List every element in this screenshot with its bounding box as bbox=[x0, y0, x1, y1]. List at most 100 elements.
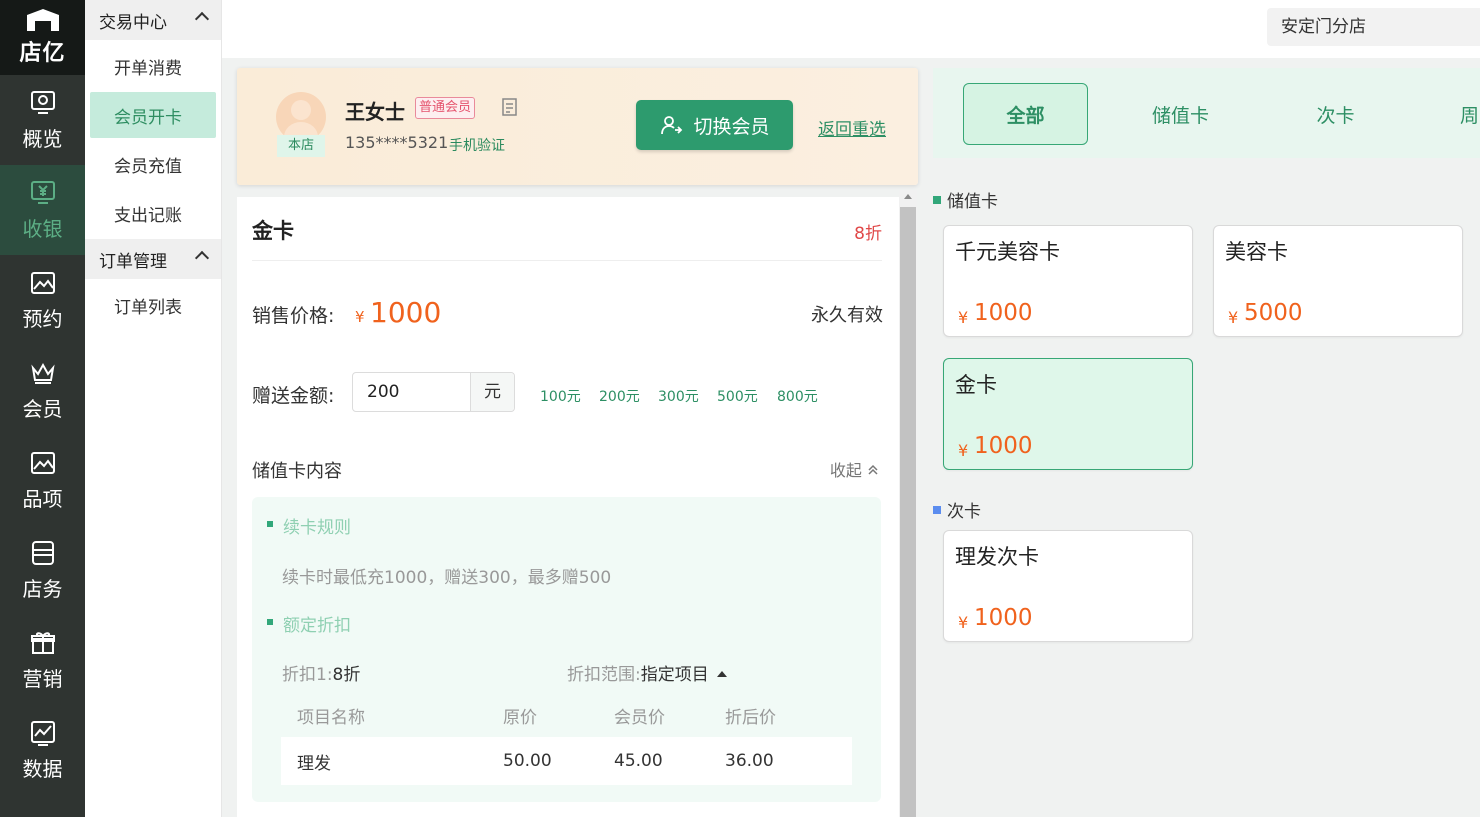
user-switch-icon bbox=[661, 116, 683, 135]
card-item-price: 5000 bbox=[1244, 300, 1303, 326]
double-chevron-up-icon bbox=[868, 464, 878, 475]
gift-amount-field: 元 bbox=[352, 372, 515, 412]
category-count-card: 次卡 bbox=[933, 497, 981, 522]
quick-amount-200[interactable]: 200元 bbox=[599, 386, 640, 406]
yen-symbol: ¥ bbox=[355, 308, 365, 326]
submenu-item-recharge[interactable]: 会员充值 bbox=[90, 141, 216, 187]
collapse-toggle[interactable]: 收起 bbox=[830, 457, 879, 481]
document-icon[interactable] bbox=[501, 97, 519, 117]
gift-amount-label: 赠送金额: bbox=[252, 385, 335, 407]
card-item-name: 美容卡 bbox=[1225, 240, 1288, 264]
caret-up-icon bbox=[716, 671, 727, 677]
nav-overview-label: 概览 bbox=[22, 126, 63, 151]
reselect-link[interactable]: 返回重选 bbox=[818, 115, 886, 140]
image-frame-icon bbox=[30, 271, 55, 294]
switch-member-button[interactable]: 切换会员 bbox=[636, 100, 793, 150]
card-content-label: 储值卡内容 bbox=[252, 461, 342, 482]
category-stored-value: 储值卡 bbox=[933, 187, 998, 212]
renew-rule-text: 续卡时最低充1000，赠送300，最多赠500 bbox=[282, 568, 612, 588]
nav-cashier[interactable]: 收银 bbox=[0, 165, 85, 255]
card-item-name: 理发次卡 bbox=[955, 545, 1039, 569]
quick-amount-300[interactable]: 300元 bbox=[658, 386, 699, 406]
collapse-label: 收起 bbox=[829, 461, 862, 480]
category-marker bbox=[933, 505, 941, 514]
nav-marketing-label: 营销 bbox=[22, 666, 63, 691]
nav-data[interactable]: 数据 bbox=[0, 705, 85, 795]
box-icon bbox=[31, 540, 54, 565]
discount-scope[interactable]: 折扣范围:指定项目 bbox=[567, 660, 727, 685]
card-item[interactable]: 理发次卡 ¥ 1000 bbox=[943, 530, 1193, 642]
switch-member-label: 切换会员 bbox=[693, 115, 770, 138]
discount-scope-label: 折扣范围: bbox=[567, 665, 641, 685]
col-discounted-price: 折后价 bbox=[725, 707, 776, 728]
submenu-group-orders-label: 订单管理 bbox=[99, 251, 167, 272]
validity-text: 永久有效 bbox=[811, 305, 883, 326]
table-row: 理发 50.00 45.00 36.00 bbox=[281, 737, 852, 785]
discount1-label: 折扣1: bbox=[282, 665, 333, 685]
card-item[interactable]: 千元美容卡 ¥ 1000 bbox=[943, 225, 1193, 337]
yen-symbol: ¥ bbox=[958, 308, 969, 327]
logo-text: 店亿 bbox=[19, 40, 66, 66]
bullet bbox=[267, 619, 273, 625]
member-level-badge: 普通会员 bbox=[415, 97, 476, 119]
submenu-group-trade-label: 交易中心 bbox=[99, 12, 167, 33]
card-item[interactable]: 美容卡 ¥ 5000 bbox=[1213, 225, 1463, 337]
quick-amount-800[interactable]: 800元 bbox=[777, 386, 818, 406]
submenu-group-orders[interactable]: 订单管理 bbox=[85, 239, 221, 279]
yen-symbol: ¥ bbox=[958, 441, 969, 460]
col-original-price: 原价 bbox=[503, 707, 537, 728]
sale-price-label: 销售价格: bbox=[252, 305, 335, 327]
nav-store[interactable]: 店务 bbox=[0, 525, 85, 615]
nav-booking[interactable]: 预约 bbox=[0, 255, 85, 345]
card-title: 金卡 bbox=[252, 219, 294, 243]
gift-amount-unit: 元 bbox=[470, 373, 514, 411]
member-name: 王女士 bbox=[345, 100, 405, 124]
category-label: 次卡 bbox=[947, 502, 981, 522]
store-selector[interactable]: 安定门分店 bbox=[1267, 8, 1480, 46]
phone-verify-link[interactable]: 手机验证 bbox=[449, 135, 505, 155]
quick-amount-100[interactable]: 100元 bbox=[540, 386, 581, 406]
member-phone: 135****5321 bbox=[345, 133, 449, 152]
nav-items[interactable]: 品项 bbox=[0, 435, 85, 525]
chart-icon bbox=[30, 720, 55, 746]
scrollbar-thumb[interactable] bbox=[900, 207, 916, 817]
tab-count-card[interactable]: 次卡 bbox=[1273, 83, 1398, 145]
submenu-group-trade[interactable]: 交易中心 bbox=[85, 0, 221, 40]
card-content-box: 续卡规则 续卡时最低充1000，赠送300，最多赠500 额定折扣 折扣1:8折… bbox=[252, 497, 881, 802]
picture-icon bbox=[30, 451, 55, 474]
submenu-item-open-card[interactable]: 会员开卡 bbox=[90, 92, 216, 138]
nav-marketing[interactable]: 营销 bbox=[0, 615, 85, 705]
card-item-selected[interactable]: 金卡 ¥ 1000 bbox=[943, 358, 1193, 470]
main-nav-rail: 店亿 概览 收银 预约 会员 品项 店务 营销 数据 bbox=[0, 0, 85, 817]
quick-amount-500[interactable]: 500元 bbox=[717, 386, 758, 406]
tab-stored-value[interactable]: 储值卡 bbox=[1118, 83, 1243, 145]
card-type-tabs: 全部 储值卡 次卡 周 bbox=[933, 68, 1480, 158]
category-label: 储值卡 bbox=[947, 192, 998, 212]
app-logo[interactable]: 店亿 bbox=[0, 0, 85, 75]
submenu-item-open-order[interactable]: 开单消费 bbox=[90, 43, 216, 89]
chevron-up-icon bbox=[194, 11, 210, 27]
tab-period[interactable]: 周 bbox=[1428, 83, 1480, 145]
scroll-up-arrow-icon[interactable] bbox=[904, 194, 912, 199]
tab-all[interactable]: 全部 bbox=[963, 83, 1088, 145]
sub-menu: 交易中心 开单消费 会员开卡 会员充值 支出记账 订单管理 订单列表 bbox=[85, 0, 222, 817]
cell-member-price: 45.00 bbox=[614, 751, 663, 771]
gift-amount-input[interactable] bbox=[353, 373, 470, 411]
discount1-value: 8折 bbox=[332, 665, 361, 685]
nav-data-label: 数据 bbox=[22, 756, 63, 781]
submenu-item-expense[interactable]: 支出记账 bbox=[90, 190, 216, 236]
card-item-price: 1000 bbox=[974, 605, 1033, 631]
nav-member[interactable]: 会员 bbox=[0, 345, 85, 435]
submenu-item-order-list[interactable]: 订单列表 bbox=[90, 282, 216, 328]
table-header: 项目名称 原价 会员价 折后价 bbox=[281, 693, 852, 737]
col-item-name: 项目名称 bbox=[297, 707, 365, 728]
nav-cashier-label: 收银 bbox=[22, 216, 63, 241]
crown-icon bbox=[30, 362, 55, 384]
cell-original-price: 50.00 bbox=[503, 751, 552, 771]
chevron-up-icon bbox=[194, 250, 210, 266]
cell-discounted-price: 36.00 bbox=[725, 751, 774, 771]
card-item-price: 1000 bbox=[974, 300, 1033, 326]
nav-overview[interactable]: 概览 bbox=[0, 75, 85, 165]
gift-icon bbox=[30, 631, 55, 654]
divider bbox=[252, 260, 882, 261]
